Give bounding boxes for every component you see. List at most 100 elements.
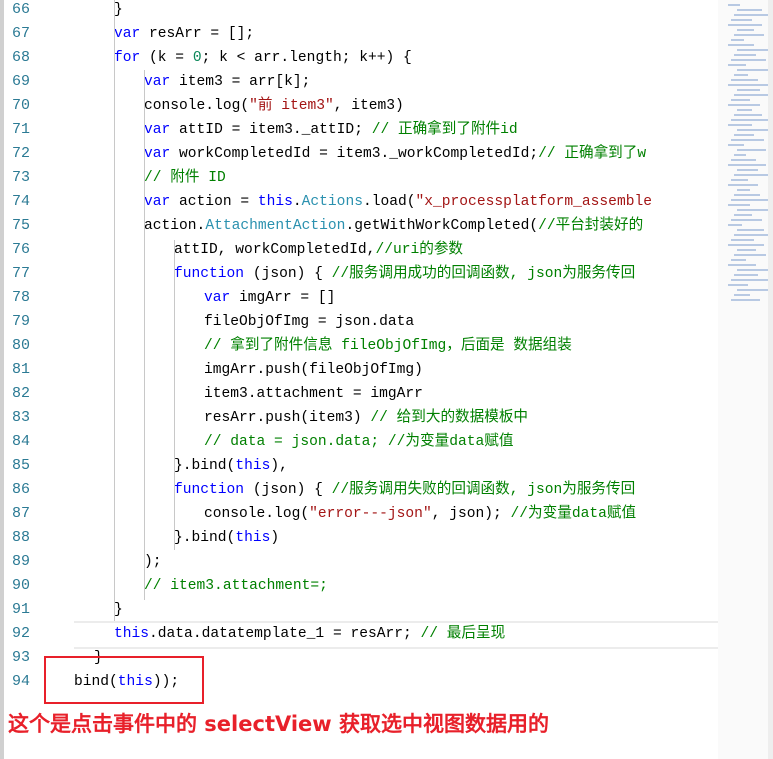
code-line[interactable]: 72 var workCompletedId = item3._workCompl…: [0, 142, 718, 166]
code-text: console.log("前 item3", item3): [144, 98, 404, 114]
code-line[interactable]: 70 console.log("前 item3", item3): [0, 94, 718, 118]
code-text: );: [144, 554, 162, 570]
minimap-line: [734, 74, 748, 76]
minimap-line: [731, 139, 764, 141]
minimap-line: [728, 224, 742, 226]
line-number: 70: [12, 97, 31, 114]
code-text: for (k = 0; k < arr.length; k++) {: [114, 50, 412, 66]
code-line[interactable]: 92 this.data.datatemplate_1 = resArr; // …: [0, 622, 718, 646]
code-line[interactable]: 77 function (json) { //服务调用成功的回调函数, json为…: [0, 262, 718, 286]
line-number: 68: [12, 49, 31, 66]
code-line[interactable]: 90 // item3.attachment=;: [0, 574, 718, 598]
code-text: var workCompletedId = item3._workComplet…: [144, 146, 647, 162]
code-line[interactable]: 71 var attID = item3._attID; // 正确拿到了附件id: [0, 118, 718, 142]
code-text: console.log("error---json", json); //为变量…: [204, 506, 637, 522]
line-number: 69: [12, 73, 31, 90]
minimap-line: [728, 104, 760, 106]
minimap-line: [734, 54, 756, 56]
code-line[interactable]: 79 fileObjOfImg = json.data: [0, 310, 718, 334]
code-text: }: [114, 2, 123, 18]
scrollbar[interactable]: [768, 0, 773, 759]
line-number: 81: [12, 361, 31, 378]
line-number: 89: [12, 553, 31, 570]
line-number: 82: [12, 385, 31, 402]
line-number: 91: [12, 601, 31, 618]
code-line[interactable]: 69 var item3 = arr[k];: [0, 70, 718, 94]
line-number: 94: [12, 673, 31, 690]
minimap-line: [731, 279, 768, 281]
minimap-line: [731, 199, 770, 201]
minimap-line: [737, 289, 770, 291]
code-text: function (json) { //服务调用失败的回调函数, json为服务…: [174, 482, 636, 498]
minimap-line: [737, 209, 772, 211]
code-line[interactable]: 80 // 拿到了附件信息 fileObjOfImg，后面是 数据组装: [0, 334, 718, 358]
minimap-line: [731, 179, 748, 181]
minimap-line: [737, 109, 752, 111]
code-line[interactable]: 87 console.log("error---json", json); //为…: [0, 502, 718, 526]
minimap-line: [728, 4, 740, 6]
highlight-box: [44, 656, 204, 704]
code-text: function (json) { //服务调用成功的回调函数, json为服务…: [174, 266, 636, 282]
code-line[interactable]: 91}: [0, 598, 718, 622]
code-line[interactable]: 83 resArr.push(item3) // 给到大的数据模板中: [0, 406, 718, 430]
code-line[interactable]: 66}: [0, 0, 718, 22]
code-editor[interactable]: 66} 67 var resArr = []; 68 for (k = 0; k < a…: [0, 0, 718, 694]
code-line[interactable]: 82 item3.attachment = imgArr: [0, 382, 718, 406]
minimap-line: [728, 284, 748, 286]
line-number: 75: [12, 217, 31, 234]
minimap-line: [734, 134, 754, 136]
minimap-line: [728, 124, 752, 126]
code-line[interactable]: 86 function (json) { //服务调用失败的回调函数, json为…: [0, 478, 718, 502]
code-text: }.bind(this): [174, 530, 280, 546]
current-line-border: [74, 647, 718, 649]
code-line[interactable]: 89);: [0, 550, 718, 574]
code-line[interactable]: 73 // 附件 ID: [0, 166, 718, 190]
code-text: var item3 = arr[k];: [144, 74, 311, 90]
minimap-line: [734, 254, 766, 256]
line-number: 73: [12, 169, 31, 186]
line-number: 72: [12, 145, 31, 162]
minimap[interactable]: [718, 0, 773, 759]
minimap-line: [734, 154, 746, 156]
code-text: var action = this.Actions.load("x_proces…: [144, 194, 652, 210]
minimap-line: [734, 94, 770, 96]
line-number: 84: [12, 433, 31, 450]
minimap-line: [734, 114, 762, 116]
line-number: 80: [12, 337, 31, 354]
code-line[interactable]: 84 // data = json.data; //为变量data赋值: [0, 430, 718, 454]
indent-guide: [114, 0, 115, 622]
minimap-line: [737, 189, 750, 191]
minimap-line: [734, 174, 768, 176]
code-line[interactable]: 76 attID, workCompletedId,//uri的参数: [0, 238, 718, 262]
code-line[interactable]: 67 var resArr = [];: [0, 22, 718, 46]
minimap-line: [728, 44, 754, 46]
minimap-line: [737, 69, 768, 71]
line-number: 87: [12, 505, 31, 522]
code-line[interactable]: 85}.bind(this),: [0, 454, 718, 478]
code-text: action.AttachmentAction.getWithWorkCompl…: [144, 218, 644, 234]
code-line[interactable]: 88}.bind(this): [0, 526, 718, 550]
line-number: 78: [12, 289, 31, 306]
minimap-line: [728, 204, 750, 206]
minimap-line: [731, 259, 746, 261]
code-line[interactable]: 81 imgArr.push(fileObjOfImg): [0, 358, 718, 382]
minimap-line: [731, 119, 772, 121]
code-line[interactable]: 78 var imgArr = []: [0, 286, 718, 310]
line-number: 90: [12, 577, 31, 594]
code-text: }: [114, 602, 123, 618]
minimap-line: [737, 229, 764, 231]
minimap-line: [728, 244, 764, 246]
code-text: var resArr = [];: [114, 26, 255, 42]
code-text: }.bind(this),: [174, 458, 288, 474]
current-line-border: [74, 621, 718, 623]
minimap-line: [737, 149, 766, 151]
indent-guide: [174, 240, 175, 550]
code-line[interactable]: 74 var action = this.Actions.load("x_proc…: [0, 190, 718, 214]
code-line[interactable]: 68 for (k = 0; k < arr.length; k++) {: [0, 46, 718, 70]
minimap-line: [731, 79, 758, 81]
code-line[interactable]: 75 action.AttachmentAction.getWithWorkCom…: [0, 214, 718, 238]
code-text: // data = json.data; //为变量data赋值: [204, 434, 514, 450]
minimap-line: [728, 144, 744, 146]
code-text: // 附件 ID: [144, 170, 226, 186]
minimap-line: [737, 89, 760, 91]
